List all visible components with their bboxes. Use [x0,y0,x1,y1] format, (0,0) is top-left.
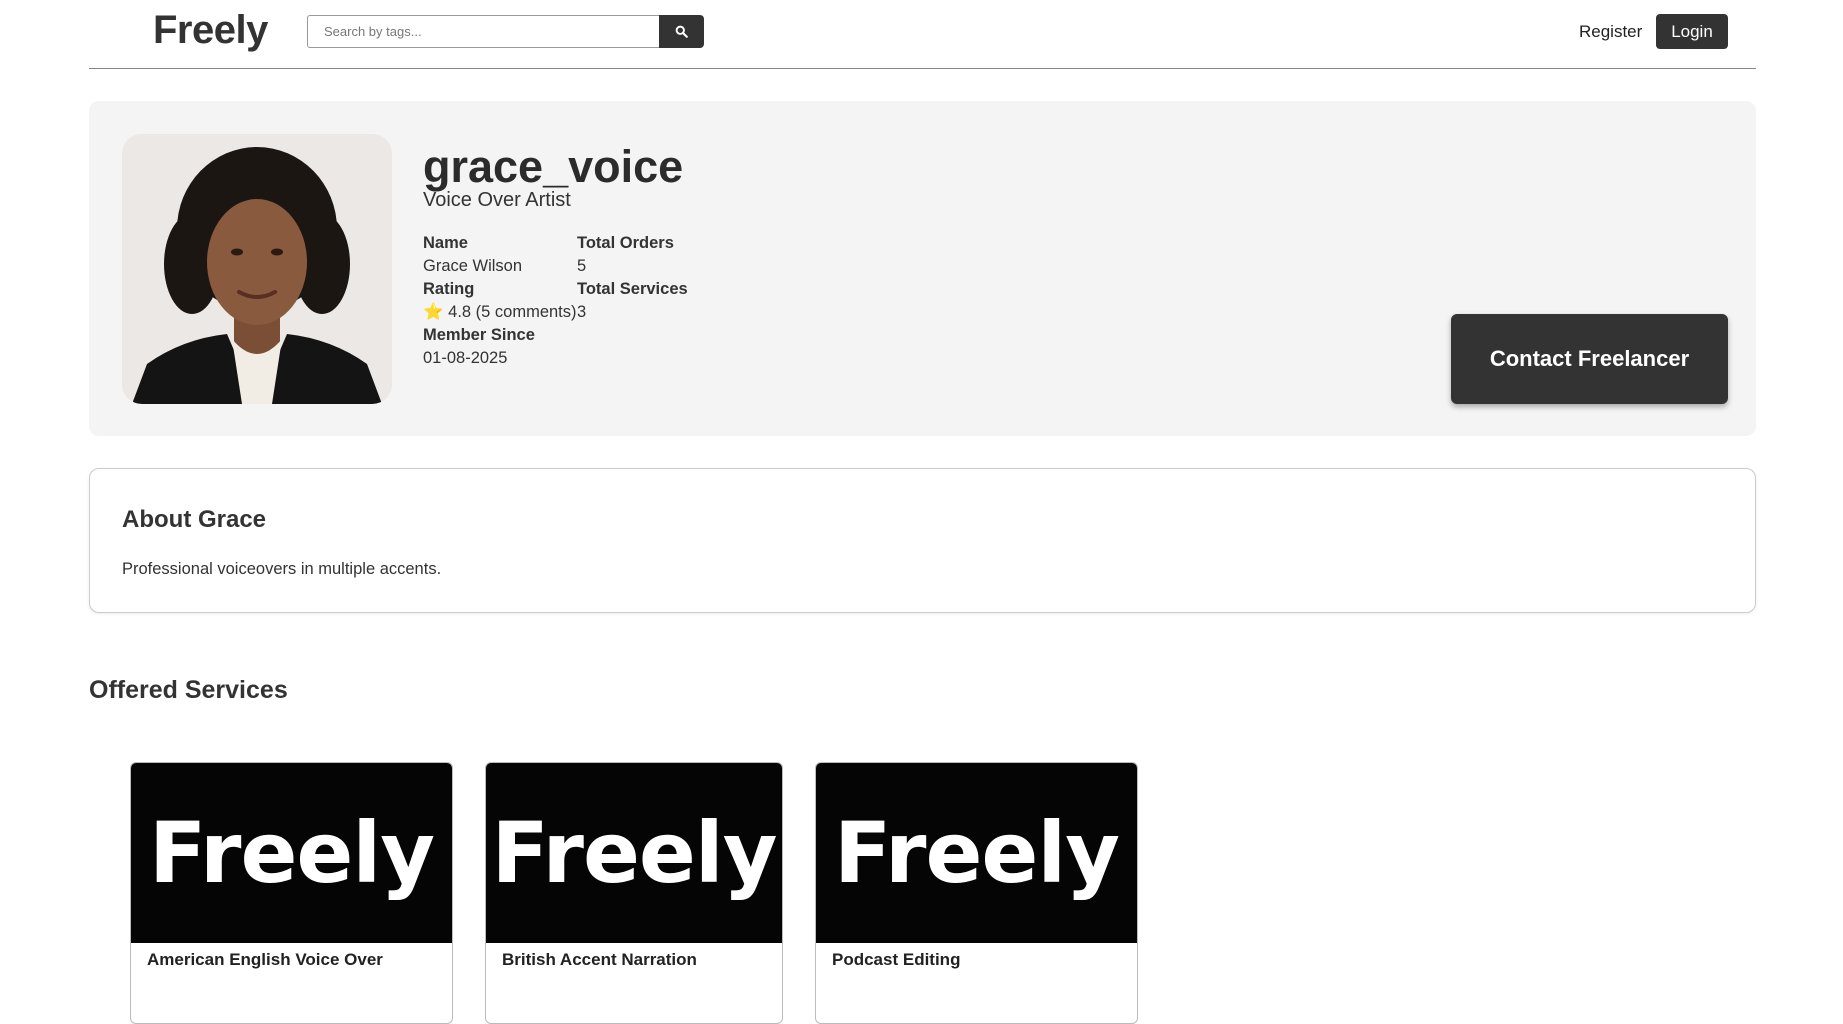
star-icon: ⭐ [423,303,444,321]
profile-title: Voice Over Artist [423,189,571,211]
search-icon [675,25,688,38]
service-card[interactable]: Freely Podcast Editing [815,762,1138,1024]
service-image-logo: Freely [834,804,1120,902]
register-link[interactable]: Register [1579,22,1642,42]
search-button[interactable] [659,15,704,48]
service-card[interactable]: Freely American English Voice Over [130,762,453,1024]
member-since-label: Member Since [423,326,535,344]
profile-username: grace_voice [423,141,684,192]
contact-freelancer-button[interactable]: Contact Freelancer [1451,314,1728,404]
rating-value-row: ⭐ 4.8 (5 comments) [423,303,577,322]
name-label: Name [423,234,468,252]
total-orders-value: 5 [577,257,587,275]
service-image: Freely [131,763,452,943]
services-title: Offered Services [89,676,288,704]
search-input[interactable] [307,15,659,48]
service-title[interactable]: British Accent Narration [486,943,782,977]
service-title[interactable]: American English Voice Over [131,943,452,977]
service-image-logo: Freely [149,804,435,902]
about-card: About Grace Professional voiceovers in m… [89,468,1756,613]
about-text: Professional voiceovers in multiple acce… [122,560,442,578]
service-title[interactable]: Podcast Editing [816,943,1137,977]
rating-value: 4.8 (5 comments) [448,303,577,321]
total-orders-label: Total Orders [577,234,674,252]
search-bar [307,15,704,48]
member-since-value: 01-08-2025 [423,349,508,367]
total-services-label: Total Services [577,280,688,298]
avatar [122,134,392,404]
service-image: Freely [816,763,1137,943]
profile-card: grace_voice Voice Over Artist Name Grace… [89,101,1756,436]
avatar-portrait [122,134,392,404]
total-services-value: 3 [577,303,587,321]
about-title: About Grace [122,506,267,533]
login-button[interactable]: Login [1656,14,1728,49]
service-card[interactable]: Freely British Accent Narration [485,762,783,1024]
site-logo[interactable]: Freely [153,8,268,53]
site-header: Freely Register Login [89,0,1756,69]
rating-label: Rating [423,280,475,298]
service-image: Freely [486,763,782,943]
service-image-logo: Freely [491,804,778,902]
name-value: Grace Wilson [423,257,523,275]
